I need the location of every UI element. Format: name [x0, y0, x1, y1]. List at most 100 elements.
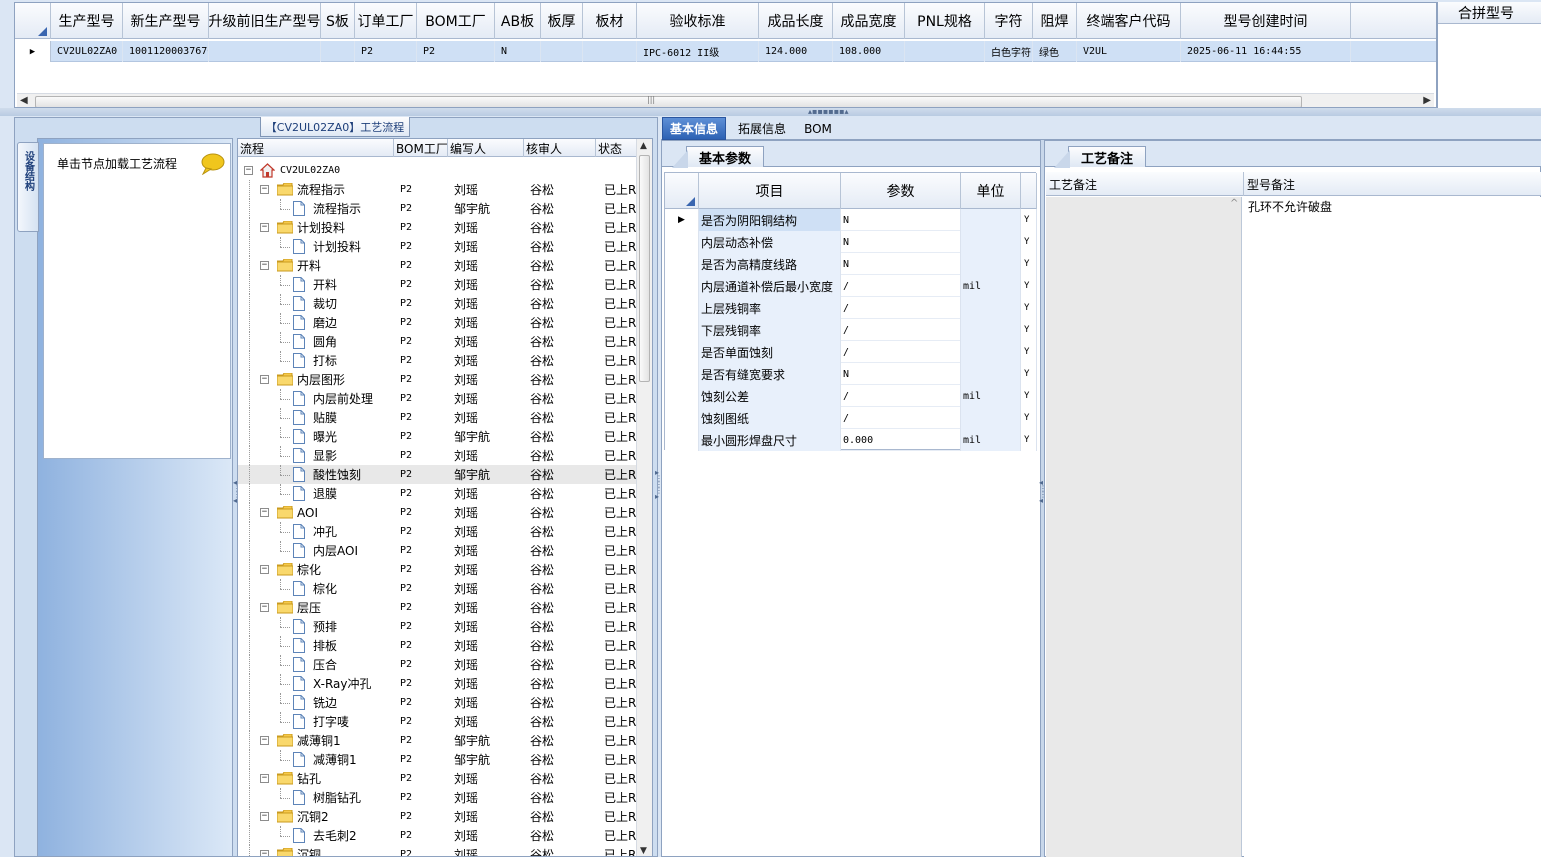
- param-cell-param[interactable]: /: [841, 275, 961, 297]
- row-selector[interactable]: [665, 319, 699, 341]
- collapse-icon[interactable]: −: [260, 603, 269, 612]
- tree-group-node[interactable]: − 开料 P2 刘瑶 谷松 已上R: [238, 256, 638, 275]
- grid-cell[interactable]: 108.000: [833, 41, 905, 62]
- grid-cell[interactable]: CV2UL02ZA0: [51, 41, 123, 62]
- tree-column-header[interactable]: 流程: [238, 139, 394, 157]
- tree-leaf-node[interactable]: 贴膜 P2 刘瑶 谷松 已上R: [238, 408, 638, 427]
- tree-leaf-node[interactable]: 打标 P2 刘瑶 谷松 已上R: [238, 351, 638, 370]
- grid-cell[interactable]: P2: [355, 41, 417, 62]
- grid-cell[interactable]: V2UL: [1077, 41, 1181, 62]
- tree-group-node[interactable]: − 内层图形 P2 刘瑶 谷松 已上R: [238, 370, 638, 389]
- tree-leaf-node[interactable]: 树脂钻孔 P2 刘瑶 谷松 已上R: [238, 788, 638, 807]
- hscroll-thumb[interactable]: [35, 96, 1302, 107]
- row-selector[interactable]: [665, 297, 699, 319]
- column-header[interactable]: 板厚: [541, 3, 583, 39]
- tree-leaf-node[interactable]: 预排 P2 刘瑶 谷松 已上R: [238, 617, 638, 636]
- collapse-icon[interactable]: −: [260, 736, 269, 745]
- param-column-header[interactable]: 单位: [961, 173, 1021, 209]
- collapse-icon[interactable]: −: [244, 166, 253, 175]
- param-cell-param[interactable]: /: [841, 385, 961, 407]
- row-selector[interactable]: [665, 407, 699, 429]
- collapse-icon[interactable]: −: [260, 185, 269, 194]
- tab-extended-info[interactable]: 拓展信息: [730, 117, 794, 140]
- param-column-header[interactable]: 项目: [699, 173, 841, 209]
- tree-leaf-node[interactable]: 排板 P2 刘瑶 谷松 已上R: [238, 636, 638, 655]
- collapse-icon[interactable]: −: [260, 774, 269, 783]
- param-cell-param[interactable]: /: [841, 407, 961, 429]
- param-cell-param[interactable]: N: [841, 253, 961, 275]
- grid-cell[interactable]: 10011200037670: [123, 41, 209, 62]
- tree-column-header[interactable]: 核审人: [524, 139, 596, 157]
- param-row[interactable]: 上层残铜率 / Y: [665, 297, 1037, 319]
- scroll-up-small-icon[interactable]: ^: [1230, 198, 1238, 209]
- process-remark-header[interactable]: 工艺备注: [1046, 172, 1244, 196]
- param-row[interactable]: 下层残铜率 / Y: [665, 319, 1037, 341]
- grid-cell[interactable]: [209, 41, 321, 62]
- scroll-right-icon[interactable]: ▶: [1423, 95, 1431, 106]
- param-row[interactable]: ▶ 是否为阴阳铜结构 N Y: [665, 209, 1037, 231]
- row-selector[interactable]: [665, 253, 699, 275]
- collapse-icon[interactable]: −: [260, 812, 269, 821]
- tree-column-header[interactable]: 状态: [596, 139, 638, 157]
- collapse-icon[interactable]: −: [260, 850, 269, 856]
- column-header[interactable]: PNL规格: [905, 3, 985, 39]
- row-selector[interactable]: [665, 275, 699, 297]
- grid-corner-icon[interactable]: [15, 3, 51, 39]
- row-selector-icon[interactable]: ▶: [15, 41, 51, 62]
- column-header[interactable]: 升级前旧生产型号: [209, 3, 321, 39]
- column-header[interactable]: 生产型号: [51, 3, 123, 39]
- model-grid-row[interactable]: ▶ CV2UL02ZA0 10011200037670 P2 P2 N IPC-6012 I…: [15, 41, 1436, 62]
- tab-bom[interactable]: BOM: [798, 117, 838, 140]
- tree-leaf-node[interactable]: 计划投料 P2 刘瑶 谷松 已上R: [238, 237, 638, 256]
- tree-group-node[interactable]: − 减薄铜1 P2 邹宇航 谷松 已上R: [238, 731, 638, 750]
- column-header[interactable]: 订单工厂: [355, 3, 417, 39]
- tree-leaf-node[interactable]: 显影 P2 刘瑶 谷松 已上R: [238, 446, 638, 465]
- tree-leaf-node[interactable]: 退膜 P2 刘瑶 谷松 已上R: [238, 484, 638, 503]
- model-remark-header[interactable]: 型号备注: [1244, 172, 1541, 196]
- param-grid-corner-icon[interactable]: [665, 173, 699, 209]
- param-row[interactable]: 是否为高精度线路 N Y: [665, 253, 1037, 275]
- grid-cell[interactable]: 2025-06-11 16:44:55: [1181, 41, 1351, 62]
- collapse-icon[interactable]: −: [260, 261, 269, 270]
- param-row[interactable]: 内层通道补偿后最小宽度 / mil Y: [665, 275, 1037, 297]
- param-row[interactable]: 内层动态补偿 N Y: [665, 231, 1037, 253]
- scroll-left-icon[interactable]: ◀: [20, 95, 28, 106]
- tree-leaf-node[interactable]: 圆角 P2 刘瑶 谷松 已上R: [238, 332, 638, 351]
- tree-leaf-node[interactable]: 流程指示 P2 邹宇航 谷松 已上R: [238, 199, 638, 218]
- speech-bubble-icon[interactable]: [200, 153, 226, 175]
- tree-column-header[interactable]: BOM工厂: [394, 139, 448, 157]
- column-header[interactable]: 板材: [583, 3, 637, 39]
- tree-leaf-node[interactable]: 磨边 P2 刘瑶 谷松 已上R: [238, 313, 638, 332]
- column-header[interactable]: 成品长度: [759, 3, 833, 39]
- scroll-up-icon[interactable]: ▲: [640, 141, 647, 151]
- tree-group-node[interactable]: − 沉铜2 P2 刘瑶 谷松 已上R: [238, 807, 638, 826]
- param-cell-param[interactable]: /: [841, 341, 961, 363]
- tree-leaf-node[interactable]: 压合 P2 刘瑶 谷松 已上R: [238, 655, 638, 674]
- column-header[interactable]: AB板: [495, 3, 541, 39]
- device-structure-tab[interactable]: 设备结构: [17, 142, 39, 232]
- param-row[interactable]: 蚀刻图纸 / Y: [665, 407, 1037, 429]
- tab-basic-info[interactable]: 基本信息: [662, 117, 726, 140]
- param-row[interactable]: 最小圆形焊盘尺寸 0.000 mil Y: [665, 429, 1037, 451]
- horizontal-splitter[interactable]: [0, 108, 1541, 116]
- column-header[interactable]: BOM工厂: [417, 3, 495, 39]
- grid-cell[interactable]: [583, 41, 637, 62]
- grid-cell[interactable]: IPC-6012 II级: [637, 41, 759, 62]
- column-header[interactable]: 成品宽度: [833, 3, 905, 39]
- column-header[interactable]: 新生产型号: [123, 3, 209, 39]
- tree-leaf-node[interactable]: 内层AOI P2 刘瑶 谷松 已上R: [238, 541, 638, 560]
- tree-leaf-node[interactable]: 裁切 P2 刘瑶 谷松 已上R: [238, 294, 638, 313]
- tree-leaf-node[interactable]: 棕化 P2 刘瑶 谷松 已上R: [238, 579, 638, 598]
- row-selector[interactable]: [665, 231, 699, 253]
- tab-basic-params[interactable]: 基本参数: [686, 146, 764, 167]
- grid-cell[interactable]: [541, 41, 583, 62]
- column-header[interactable]: 阻焊: [1033, 3, 1077, 39]
- column-header[interactable]: 型号创建时间: [1181, 3, 1351, 39]
- grid-cell[interactable]: 124.000: [759, 41, 833, 62]
- grid-cell[interactable]: [905, 41, 985, 62]
- collapse-icon[interactable]: −: [260, 508, 269, 517]
- tree-leaf-node[interactable]: 打字唛 P2 刘瑶 谷松 已上R: [238, 712, 638, 731]
- row-selector-icon[interactable]: ▶: [665, 209, 699, 231]
- row-selector[interactable]: [665, 341, 699, 363]
- tree-leaf-node[interactable]: 内层前处理 P2 刘瑶 谷松 已上R: [238, 389, 638, 408]
